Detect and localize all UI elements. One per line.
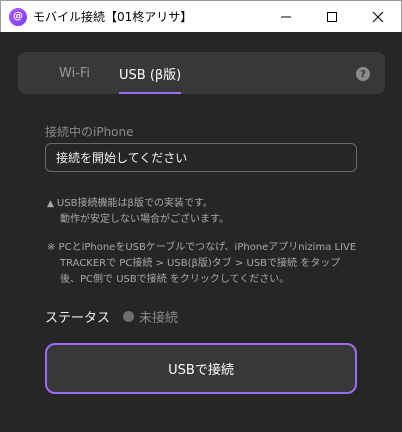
status-indicator-icon bbox=[123, 311, 135, 322]
status-value: 未接続 bbox=[139, 311, 179, 326]
warning-icon: ▲ bbox=[47, 199, 54, 209]
minimize-button[interactable] bbox=[263, 1, 309, 32]
title-bar: @ モバイル接続【01柊アリサ】 bbox=[0, 0, 402, 32]
warning-line-2: 動作が安定しない場合がございます。 bbox=[60, 214, 229, 225]
tab-usb[interactable]: USB (β版) bbox=[119, 52, 182, 94]
tab-wifi[interactable]: Wi-Fi bbox=[59, 52, 90, 94]
tab-bar: Wi-Fi USB (β版) bbox=[18, 52, 385, 94]
status-row: ステータス 未接続 bbox=[45, 307, 178, 326]
usb-connect-button[interactable]: USBで接続 bbox=[45, 343, 357, 394]
minimize-icon bbox=[281, 16, 291, 17]
warning-line-1: USB接続機能はβ版での実装です。 bbox=[56, 198, 213, 209]
status-label: ステータス bbox=[45, 311, 111, 326]
maximize-button[interactable] bbox=[309, 1, 355, 32]
help-icon[interactable]: ? bbox=[356, 67, 370, 81]
device-field[interactable]: 接続を開始してください bbox=[45, 143, 357, 172]
device-label: 接続中のiPhone bbox=[45, 125, 134, 139]
main-content: Wi-Fi USB (β版) ? 接続中のiPhone 接続を開始してください … bbox=[0, 32, 402, 432]
warning-note: ▲ USB接続機能はβ版での実装です。 動作が安定しない場合がございます。 bbox=[47, 196, 229, 228]
maximize-icon bbox=[327, 11, 337, 22]
info-line-3: 後、PC側で USBで接続 をクリックしてください。 bbox=[60, 274, 290, 285]
info-line-1: ※ PCとiPhoneをUSBケーブルでつなげ、iPhoneアプリnizima … bbox=[47, 242, 357, 253]
info-note: ※ PCとiPhoneをUSBケーブルでつなげ、iPhoneアプリnizima … bbox=[47, 240, 356, 288]
window-title: モバイル接続【01柊アリサ】 bbox=[33, 10, 193, 24]
app-icon: @ bbox=[9, 7, 27, 26]
close-button[interactable] bbox=[355, 1, 401, 32]
close-icon bbox=[372, 11, 384, 22]
info-line-2: TRACKERで PC接続 > USB(β版)タブ > USBで接続 をタップ bbox=[60, 258, 341, 269]
